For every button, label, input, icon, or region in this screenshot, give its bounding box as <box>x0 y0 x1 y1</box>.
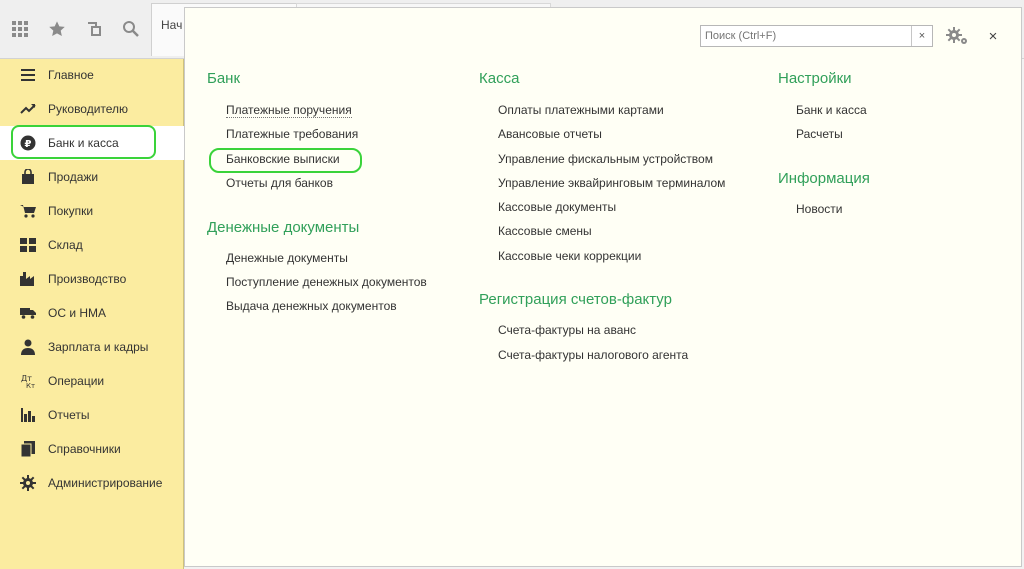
link-cash-documents[interactable]: Кассовые документы <box>498 200 616 214</box>
apps-grid-icon[interactable] <box>2 11 37 47</box>
sidebar-item-label: Операции <box>48 374 105 388</box>
link-news[interactable]: Новости <box>796 202 842 216</box>
link-bank-statements[interactable]: Банковские выписки <box>226 152 340 166</box>
link-payment-orders[interactable]: Платежные поручения <box>226 103 352 118</box>
sidebar-item-label: Справочники <box>48 442 121 456</box>
link-advance-reports[interactable]: Авансовые отчеты <box>498 127 602 141</box>
close-button[interactable]: × <box>983 24 1003 48</box>
link-money-documents[interactable]: Денежные документы <box>226 251 348 265</box>
section-title-money-documents: Денежные документы <box>207 219 360 236</box>
link-card-payments[interactable]: Оплаты платежными картами <box>498 103 664 117</box>
sidebar-item-manager[interactable]: Руководителю <box>0 92 183 126</box>
tab-start-label: Нач <box>161 18 183 32</box>
link-payment-requests[interactable]: Платежные требования <box>226 127 358 141</box>
operations-icon: Дт Кт <box>20 373 36 389</box>
star-icon[interactable] <box>39 11 74 47</box>
sidebar-item-bank-and-cash[interactable]: ₽ Банк и касса <box>0 126 184 160</box>
link-money-documents-receipt[interactable]: Поступление денежных документов <box>226 275 427 289</box>
link-fiscal-device[interactable]: Управление фискальным устройством <box>498 152 713 166</box>
sidebar-item-label: Продажи <box>48 170 99 184</box>
sidebar-item-fixed-assets[interactable]: ОС и НМА <box>0 296 183 330</box>
ruble-icon: ₽ <box>20 135 36 151</box>
sidebar-item-label: Администрирование <box>48 476 163 490</box>
search-icon[interactable] <box>113 11 148 47</box>
section-title-bank: Банк <box>207 70 241 87</box>
warehouse-icon <box>20 237 36 253</box>
sidebar-item-reports[interactable]: Отчеты <box>0 398 183 432</box>
sidebar-item-label: ОС и НМА <box>48 306 107 320</box>
factory-icon <box>20 271 36 287</box>
section-panel: × × Банк Платежные поручения Платежные т… <box>184 7 1022 567</box>
book-icon <box>20 441 36 457</box>
cart-icon <box>20 203 36 219</box>
sidebar-item-warehouse[interactable]: Склад <box>0 228 183 262</box>
menu-lines-icon <box>20 67 36 83</box>
svg-text:₽: ₽ <box>25 139 32 150</box>
sidebar-item-main[interactable]: Главное <box>0 58 183 92</box>
bag-icon <box>20 169 36 185</box>
sidebar-item-operations[interactable]: Дт Кт Операции <box>0 364 183 398</box>
sidebar-item-production[interactable]: Производство <box>0 262 183 296</box>
link-money-documents-issue[interactable]: Выдача денежных документов <box>226 299 397 313</box>
link-cash-shifts[interactable]: Кассовые смены <box>498 224 592 238</box>
link-tax-agent-invoices[interactable]: Счета-фактуры налогового агента <box>498 348 688 362</box>
sidebar-item-label: Отчеты <box>48 408 90 422</box>
sidebar-item-label: Главное <box>48 68 94 82</box>
search-input[interactable] <box>703 27 912 45</box>
gear-icon <box>20 475 36 491</box>
link-correction-receipts[interactable]: Кассовые чеки коррекции <box>498 249 641 263</box>
clear-search-button[interactable]: × <box>911 26 932 46</box>
link-bank-reports[interactable]: Отчеты для банков <box>226 176 333 190</box>
sidebar-item-label: Склад <box>48 238 83 252</box>
truck-icon <box>20 305 36 321</box>
sidebar-item-label: Руководителю <box>48 102 129 116</box>
sidebar-item-label: Производство <box>48 272 127 286</box>
sidebar-item-label: Зарплата и кадры <box>48 340 149 354</box>
bar-chart-icon <box>20 407 36 423</box>
panel-settings-button[interactable] <box>943 24 971 48</box>
link-settings-settlements[interactable]: Расчеты <box>796 127 843 141</box>
section-title-invoice-registration: Регистрация счетов-фактур <box>479 291 672 308</box>
settings-gear-icon <box>946 27 967 44</box>
sidebar-item-label: Банк и касса <box>48 136 119 150</box>
sidebar-item-purchases[interactable]: Покупки <box>0 194 183 228</box>
section-title-settings: Настройки <box>778 70 852 87</box>
sections-sidebar: Главное Руководителю ₽ Банк и касса Прод… <box>0 59 184 569</box>
sidebar-item-salary-hr[interactable]: Зарплата и кадры <box>0 330 183 364</box>
link-settings-bank-cash[interactable]: Банк и касса <box>796 103 867 117</box>
section-title-information: Информация <box>778 170 870 187</box>
trend-icon <box>20 101 36 117</box>
link-acquiring-terminal[interactable]: Управление эквайринговым терминалом <box>498 176 725 190</box>
sidebar-item-sales[interactable]: Продажи <box>0 160 183 194</box>
section-title-cash: Касса <box>479 70 520 87</box>
svg-text:Кт: Кт <box>26 382 35 389</box>
sidebar-item-label: Покупки <box>48 204 94 218</box>
sidebar-item-administration[interactable]: Администрирование <box>0 466 183 500</box>
person-icon <box>20 339 36 355</box>
search-field[interactable]: × <box>700 25 933 47</box>
link-advance-invoices[interactable]: Счета-фактуры на аванс <box>498 323 636 337</box>
history-icon[interactable] <box>76 11 111 47</box>
sidebar-item-directories[interactable]: Справочники <box>0 432 183 466</box>
